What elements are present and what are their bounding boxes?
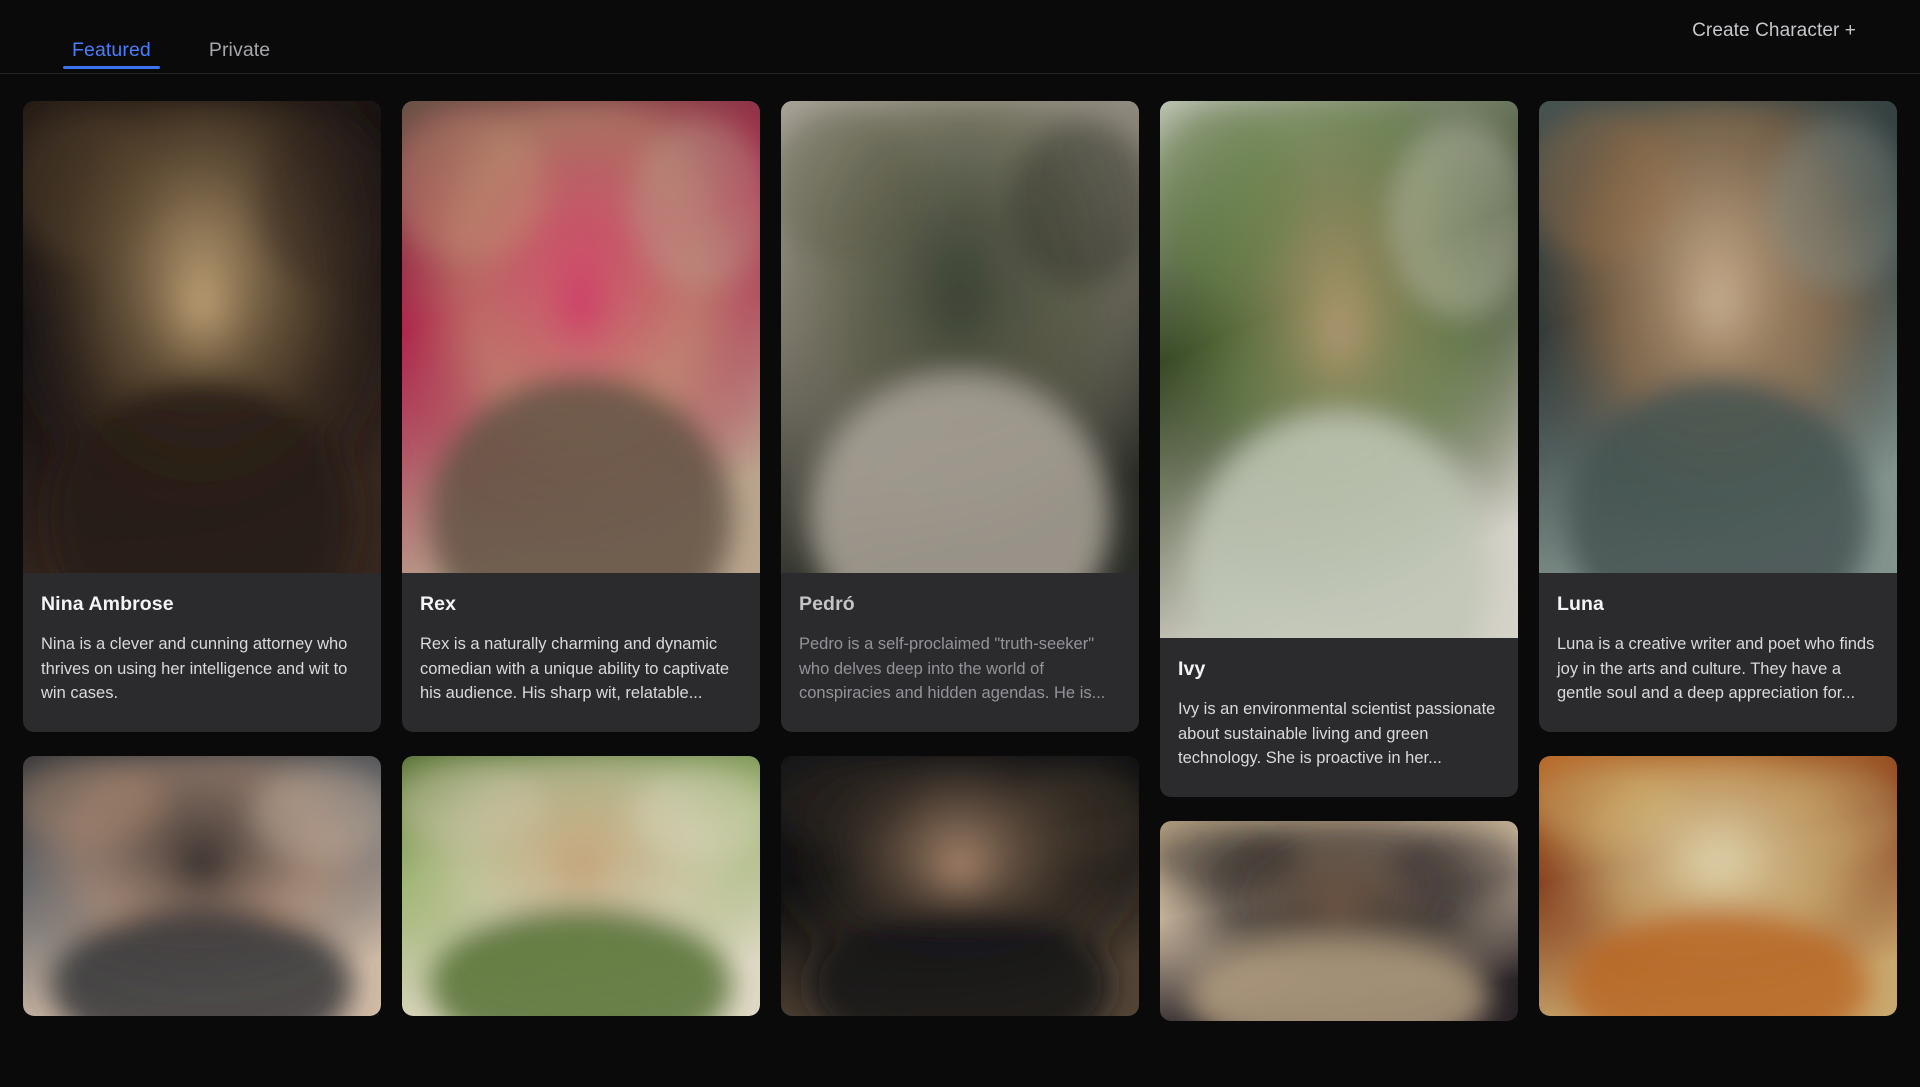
gallery-column: Nina Ambrose Nina is a clever and cunning…: [23, 101, 381, 1016]
character-card[interactable]: [402, 756, 760, 1016]
character-name: Ivy: [1178, 658, 1500, 681]
character-card[interactable]: Pedró Pedro is a self-proclaimed "truth-s…: [781, 101, 1139, 732]
character-description: Rex is a naturally charming and dynamic …: [420, 632, 742, 706]
character-portrait-image: [1160, 101, 1518, 638]
character-portrait-image: [1539, 101, 1897, 573]
tab-private[interactable]: Private: [200, 0, 279, 73]
character-card[interactable]: [23, 756, 381, 1016]
character-portrait-image: [402, 756, 760, 1016]
gallery-column: Ivy Ivy is an environmental scientist pas…: [1160, 101, 1518, 1021]
character-card-body: Ivy Ivy is an environmental scientist pas…: [1160, 638, 1518, 797]
character-card-body: Pedró Pedro is a self-proclaimed "truth-s…: [781, 573, 1139, 732]
character-card-body: Luna Luna is a creative writer and poet w…: [1539, 573, 1897, 732]
masonry-columns: Nina Ambrose Nina is a clever and cunning…: [23, 101, 1897, 1021]
character-portrait-image: [23, 101, 381, 573]
character-card[interactable]: Rex Rex is a naturally charming and dynam…: [402, 101, 760, 732]
character-name: Pedró: [799, 593, 1121, 616]
character-portrait-image: [402, 101, 760, 573]
character-description: Luna is a creative writer and poet who f…: [1557, 632, 1879, 706]
character-portrait-image: [781, 756, 1139, 1016]
character-portrait-image: [23, 756, 381, 1016]
character-portrait-image: [1160, 821, 1518, 1021]
character-card-body: Nina Ambrose Nina is a clever and cunning…: [23, 573, 381, 732]
character-portrait-image: [1539, 756, 1897, 1016]
gallery-column: Pedró Pedro is a self-proclaimed "truth-s…: [781, 101, 1139, 1016]
character-card[interactable]: Ivy Ivy is an environmental scientist pas…: [1160, 101, 1518, 797]
character-description: Nina is a clever and cunning attorney wh…: [41, 632, 363, 706]
character-name: Luna: [1557, 593, 1879, 616]
character-description: Ivy is an environmental scientist passio…: [1178, 697, 1500, 771]
character-card[interactable]: [1539, 756, 1897, 1016]
character-gallery[interactable]: Nina Ambrose Nina is a clever and cunning…: [0, 74, 1920, 1087]
character-name: Rex: [420, 593, 742, 616]
tab-featured[interactable]: Featured: [63, 0, 160, 73]
gallery-column: Luna Luna is a creative writer and poet w…: [1539, 101, 1897, 1016]
character-card[interactable]: Luna Luna is a creative writer and poet w…: [1539, 101, 1897, 732]
character-description: Pedro is a self-proclaimed "truth-seeker…: [799, 632, 1121, 706]
character-card[interactable]: [781, 756, 1139, 1016]
gallery-column: Rex Rex is a naturally charming and dynam…: [402, 101, 760, 1016]
top-bar-actions: Create Character +: [1690, 0, 1858, 62]
character-card[interactable]: Nina Ambrose Nina is a clever and cunning…: [23, 101, 381, 732]
character-name: Nina Ambrose: [41, 593, 363, 616]
character-card-body: Rex Rex is a naturally charming and dynam…: [402, 573, 760, 732]
character-card[interactable]: [1160, 821, 1518, 1021]
create-character-button[interactable]: Create Character +: [1690, 14, 1858, 48]
tab-list: Featured Private: [62, 0, 279, 73]
character-portrait-image: [781, 101, 1139, 573]
top-navigation-bar: Featured Private Create Character +: [0, 0, 1920, 74]
